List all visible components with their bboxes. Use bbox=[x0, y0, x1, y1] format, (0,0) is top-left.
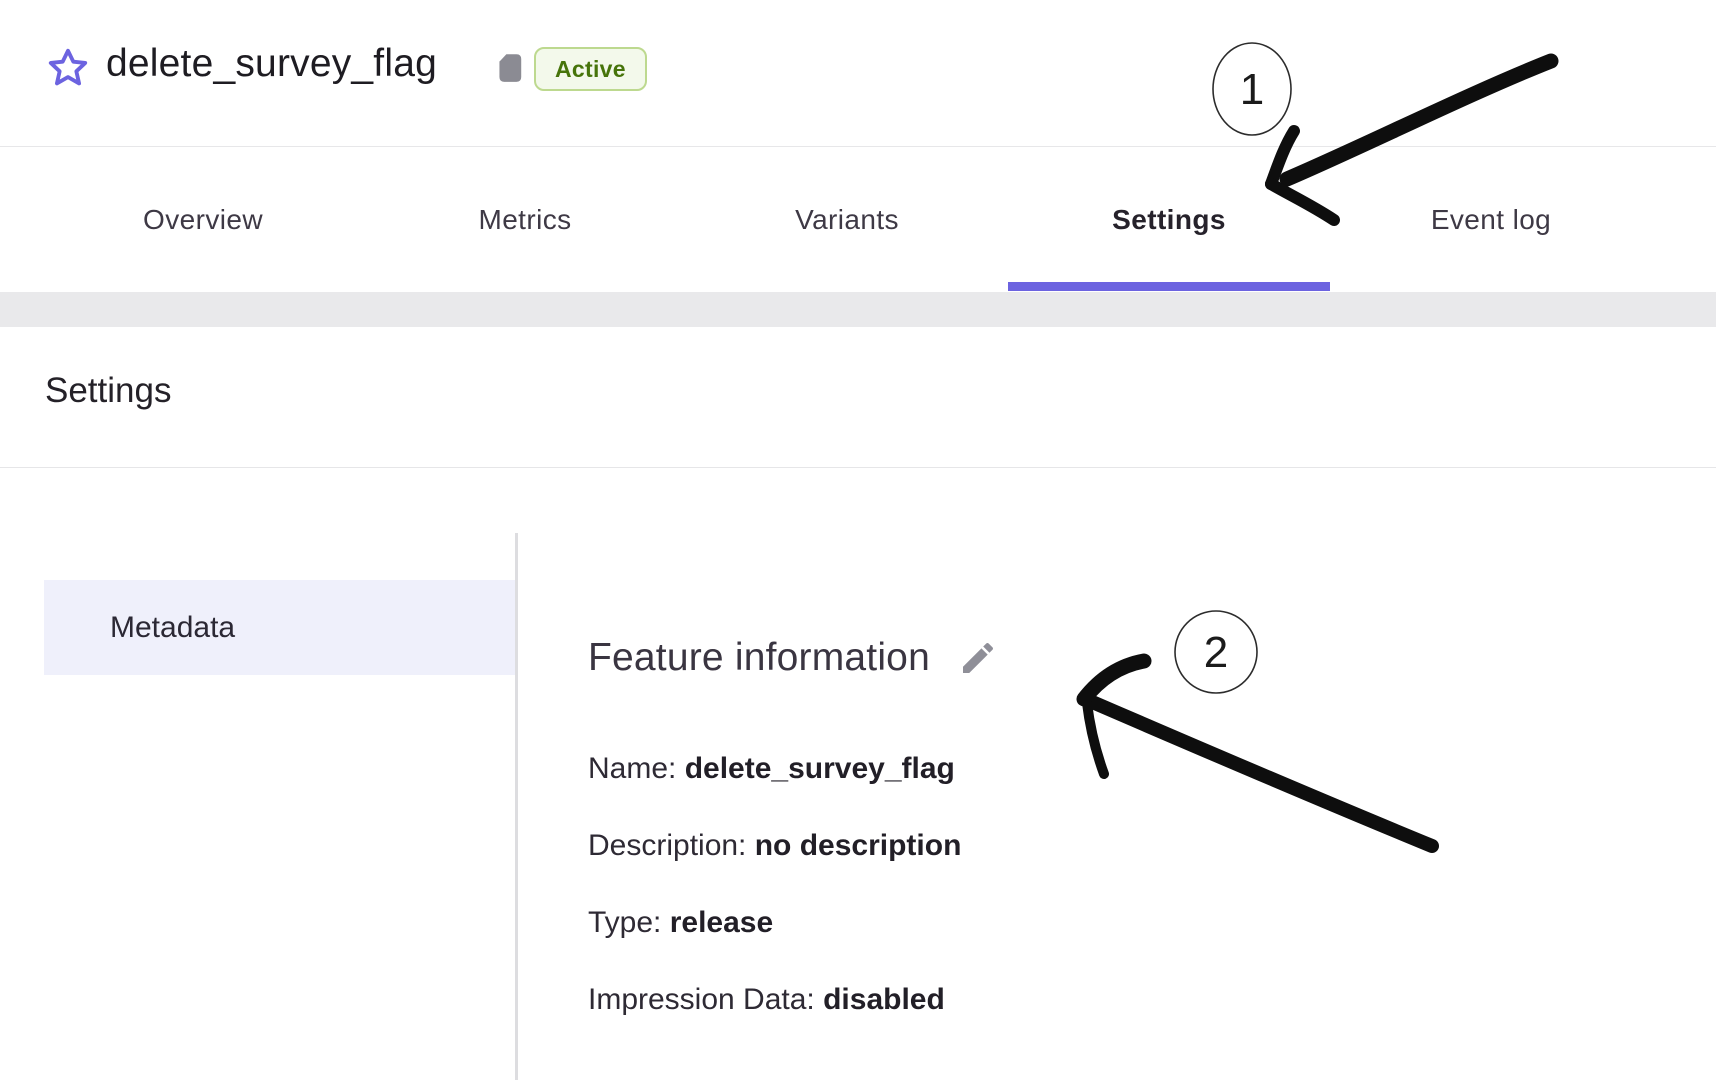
field-impression-data: Impression Data: disabled bbox=[588, 983, 945, 1017]
tab-settings-label: Settings bbox=[1112, 204, 1226, 236]
tab-event-log[interactable]: Event log bbox=[1330, 147, 1652, 292]
annotation-step-2: 2 bbox=[1084, 611, 1432, 846]
page-header: delete_survey_flag Active bbox=[0, 0, 1716, 147]
field-description-value: no description bbox=[755, 829, 962, 862]
sidebar-item-metadata[interactable]: Metadata bbox=[44, 580, 515, 675]
active-tab-underline bbox=[1008, 282, 1330, 291]
flag-title: delete_survey_flag bbox=[106, 42, 437, 86]
field-impression-data-value: disabled bbox=[823, 983, 945, 1016]
vertical-divider bbox=[515, 533, 518, 1080]
field-name-value: delete_survey_flag bbox=[685, 752, 955, 785]
field-type-label: Type: bbox=[588, 906, 670, 939]
status-badge: Active bbox=[534, 47, 647, 91]
sidebar-item-label: Metadata bbox=[110, 611, 235, 645]
copy-icon[interactable] bbox=[492, 50, 526, 86]
page-title: Settings bbox=[45, 371, 171, 411]
tab-overview-label: Overview bbox=[143, 204, 263, 236]
tab-event-log-label: Event log bbox=[1431, 204, 1551, 236]
edit-pencil-icon[interactable] bbox=[958, 638, 998, 678]
field-description: Description: no description bbox=[588, 829, 961, 863]
tab-variants-label: Variants bbox=[795, 204, 899, 236]
tab-metrics-label: Metrics bbox=[478, 204, 571, 236]
field-type: Type: release bbox=[588, 906, 773, 940]
favorite-star-icon[interactable] bbox=[46, 46, 90, 90]
field-impression-data-label: Impression Data: bbox=[588, 983, 823, 1016]
tab-settings[interactable]: Settings bbox=[1008, 147, 1330, 292]
flag-tab-bar: Overview Metrics Variants Settings Event… bbox=[42, 147, 1652, 292]
panel-title: Feature information bbox=[588, 636, 930, 680]
tab-metrics[interactable]: Metrics bbox=[364, 147, 686, 292]
section-divider-band bbox=[0, 292, 1716, 327]
annotation-arrow-2 bbox=[1084, 661, 1432, 846]
tab-variants[interactable]: Variants bbox=[686, 147, 1008, 292]
field-type-value: release bbox=[670, 906, 773, 939]
field-name: Name: delete_survey_flag bbox=[588, 752, 955, 786]
field-name-label: Name: bbox=[588, 752, 685, 785]
settings-section-header: Settings bbox=[0, 327, 1716, 468]
feature-information-header: Feature information bbox=[588, 636, 998, 680]
feature-flag-settings-page: delete_survey_flag Active Overview Metri… bbox=[0, 0, 1716, 1084]
annotation-step-2-number: 2 bbox=[1204, 628, 1228, 677]
field-description-label: Description: bbox=[588, 829, 755, 862]
tab-overview[interactable]: Overview bbox=[42, 147, 364, 292]
